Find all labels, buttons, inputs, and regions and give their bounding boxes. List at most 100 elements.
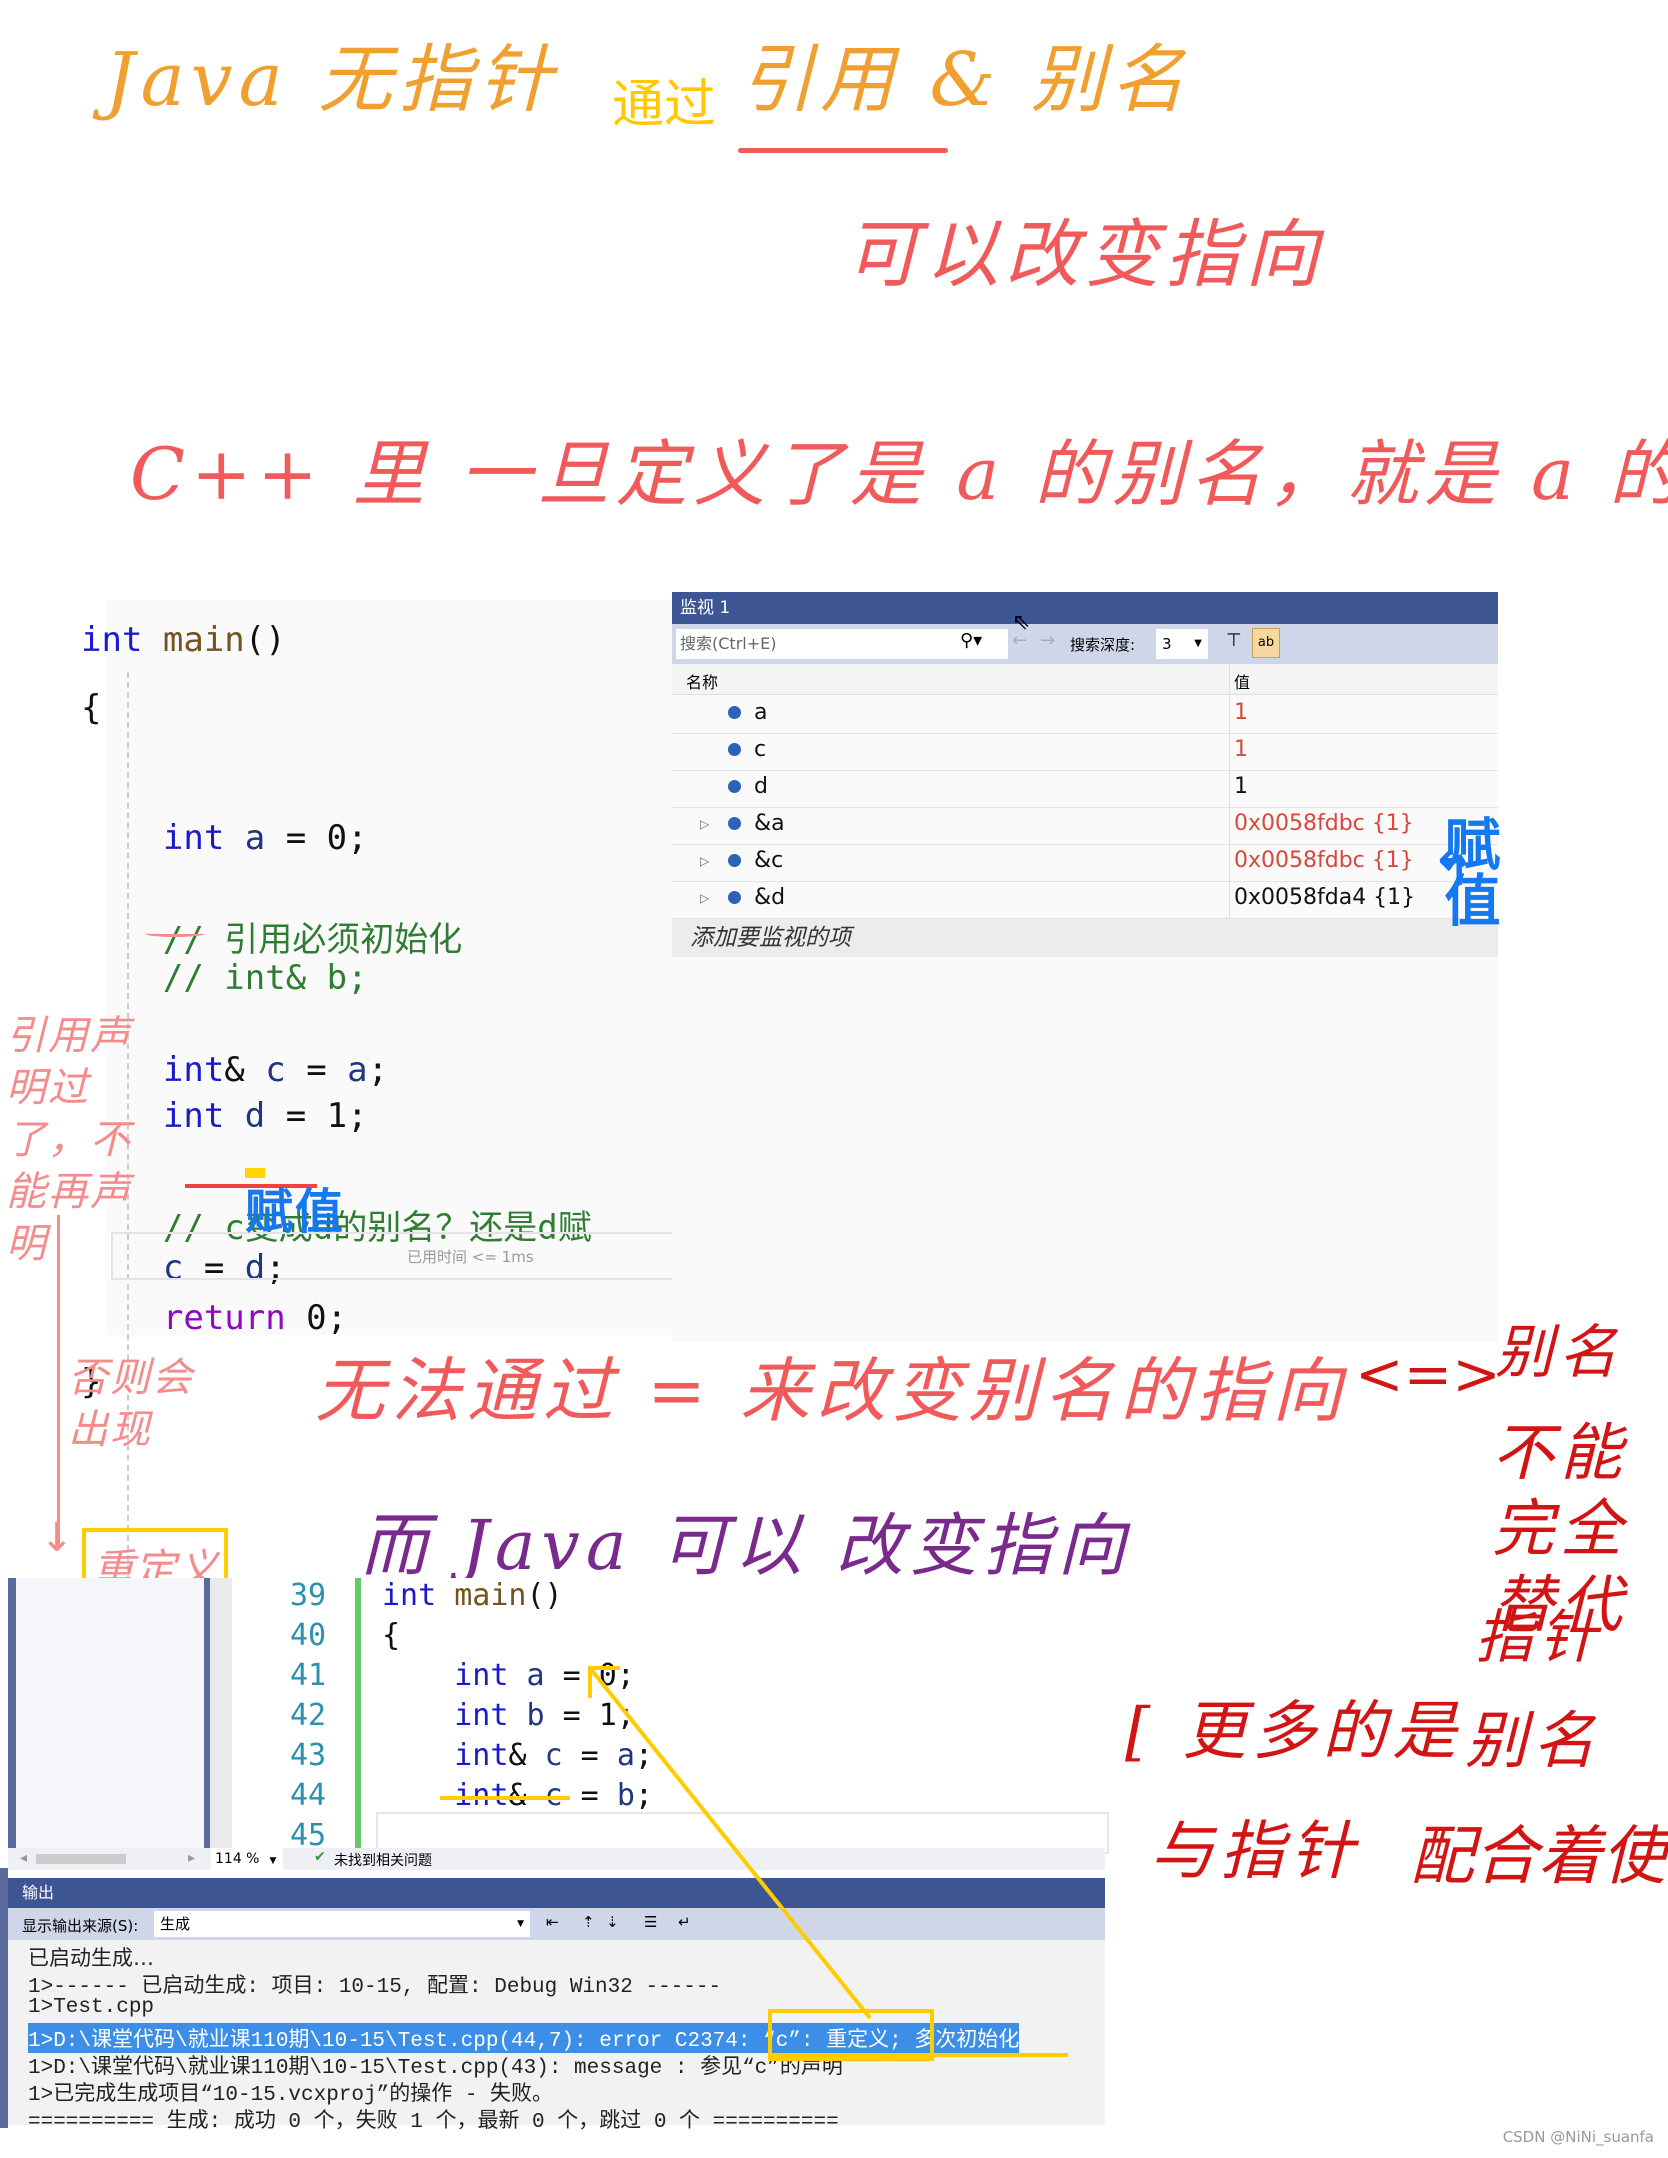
variable-icon [728, 706, 741, 719]
window-frame [0, 1868, 8, 2128]
watch-title: 监视 1 [672, 592, 1498, 624]
watch-value[interactable]: 0x0058fdbc {1} [1234, 848, 1414, 873]
expand-arrow-icon[interactable]: ▷ [700, 817, 709, 831]
watch-name: &d [754, 885, 786, 910]
watch-row[interactable]: ▷ &a 0x0058fdbc {1} [672, 807, 1498, 845]
code-token: { [382, 1618, 401, 1653]
hscroll-right-icon[interactable]: ▸ [188, 1850, 195, 1866]
output-line: ========== 生成: 成功 0 个，失败 1 个，最新 0 个，跳过 0… [28, 2111, 839, 2134]
watch-row[interactable]: d1 [672, 770, 1498, 808]
watch-name: a [754, 700, 768, 725]
variable-icon [728, 854, 741, 867]
ide-window-2: 39 40 41 42 43 44 45 int main(){ int a = 0; in… [0, 1578, 1109, 2158]
watch-header: 名称 值 [672, 664, 1498, 695]
output-line: 1>Test.cpp [28, 1996, 155, 2019]
chevron-down-icon: ▼ [517, 1919, 524, 1929]
code-token: () [244, 620, 286, 660]
line-number: 40 [290, 1618, 327, 1653]
code-token: int [382, 1698, 509, 1733]
note-alias-2: 别名 [1465, 1704, 1602, 1777]
watch-value[interactable]: 0x0058fda4 {1} [1234, 885, 1415, 910]
error-underline [768, 2053, 1068, 2057]
code-token: = [285, 1050, 348, 1090]
note-via: 通过 [612, 75, 717, 135]
horizontal-scrollbar[interactable] [36, 1854, 126, 1864]
note-java-can-change: 而 Java 可以 改变指向 [360, 1507, 1132, 1586]
code-line: int main() [81, 620, 286, 660]
code-token: int [382, 1658, 509, 1693]
note-cpp-alias: C++ 里 一旦定义了是 a 的别名，就是 a 的别名 [130, 432, 1668, 516]
output-line: 已启动生成… [28, 1946, 154, 1970]
code-token: // 引用必须初始化 [81, 920, 463, 960]
watch-value[interactable]: 1 [1234, 737, 1248, 762]
filter-pin-icon[interactable]: ⊤ [1226, 630, 1242, 651]
code-line: // int& b; [81, 958, 368, 998]
watch-search-input[interactable]: 搜索(Ctrl+E) [676, 629, 1008, 659]
note-more-is: [ 更多的是 [1125, 1695, 1463, 1769]
watch-name: &c [754, 848, 784, 873]
variable-icon [728, 743, 741, 756]
watch-value[interactable]: 1 [1234, 700, 1248, 725]
note-assignment: 赋值 [245, 1184, 346, 1240]
hscroll-left-icon[interactable]: ◂ [20, 1850, 27, 1866]
change-marker-bar [355, 1578, 361, 1854]
col-header-name[interactable]: 名称 [686, 669, 718, 693]
down-arrow-icon: ↓ [40, 1515, 74, 1561]
code-token: ; [367, 1050, 389, 1090]
code-token: & [224, 1050, 266, 1090]
code-token: int [382, 1578, 437, 1613]
line-number: 41 [290, 1658, 327, 1693]
code-editor-1: int main(){ int a = 0; // 引用必须初始化 // int… [81, 600, 677, 1852]
solution-pane [8, 1578, 212, 1868]
line-number: 39 [290, 1578, 327, 1613]
issues-status[interactable]: 未找到相关问题 [334, 1850, 432, 1870]
hex-display-toggle-icon[interactable]: ab [1252, 628, 1280, 658]
expand-arrow-icon[interactable]: ▷ [700, 854, 709, 868]
curved-arrow-icon: ↰ [1432, 842, 1471, 896]
forward-arrow-icon[interactable]: → [1040, 630, 1055, 651]
code-token: main [436, 1578, 527, 1613]
watch-value[interactable]: 1 [1234, 774, 1248, 799]
code-token: return [81, 1298, 286, 1338]
note-cannot-change: 无法通过 = 来改变别名的指向 [315, 1350, 1349, 1432]
code-token: = 0; [265, 818, 368, 858]
watch-value[interactable]: 0x0058fdbc {1} [1234, 811, 1414, 836]
code-line: { [81, 688, 101, 728]
watermark: CSDN @NiNi_suanfa [1502, 2128, 1654, 2146]
output-line: 1>D:\课堂代码\就业课110期\10-15\Test.cpp(43): me… [28, 2057, 843, 2080]
yellow-arrow [588, 1666, 872, 2020]
variable-icon [728, 891, 741, 904]
chevron-down-icon: ▼ [269, 1856, 277, 1866]
note-cooperate: 配合着使用 [1410, 1820, 1668, 1894]
zoom-select[interactable]: 114 % ▼ [211, 1848, 283, 1870]
squiggle-int-ref [145, 930, 205, 937]
watch-row[interactable]: c1 [672, 733, 1498, 771]
code-token: a [508, 1658, 545, 1693]
note-can-change-target: 可以改变指向 [845, 212, 1325, 298]
note-ref-alias: 引用 & 别名 [740, 37, 1191, 123]
code-token: c [265, 1050, 286, 1090]
line-number: 42 [290, 1698, 327, 1733]
output-source-value: 生成 [160, 1915, 191, 1933]
watch-row[interactable]: ▷ &d 0x0058fda4 {1} [672, 881, 1498, 919]
goto-error-icon[interactable]: ⇤ [546, 1913, 559, 1931]
code-line: { [382, 1618, 400, 1653]
code-line: int main() [382, 1578, 563, 1613]
note-with-pointer: 与指针 [1150, 1815, 1360, 1889]
search-icon[interactable]: ⚲▾ [960, 630, 982, 651]
code-token: { [81, 688, 102, 728]
down-arrow-line [57, 1215, 60, 1545]
mouse-cursor-icon: ⇖ [1012, 610, 1031, 635]
code-line: return 0; [81, 1298, 347, 1338]
watch-toolbar: 搜索(Ctrl+E) ⚲▾ ← → 搜索深度: 3 ▼ ⊤ ab [672, 624, 1498, 664]
expand-arrow-icon[interactable]: ▷ [700, 891, 709, 905]
add-watch-item[interactable]: 添加要监视的项 [672, 919, 1498, 957]
search-depth-select[interactable]: 3 ▼ [1156, 629, 1208, 659]
output-source-select[interactable]: 生成 ▼ [154, 1911, 530, 1937]
note-equivalent: <=> [1355, 1340, 1501, 1408]
watch-row[interactable]: a1 [672, 696, 1498, 734]
variable-icon [728, 817, 741, 830]
code-line: // 引用必须初始化 [81, 912, 462, 961]
col-header-value[interactable]: 值 [1234, 669, 1250, 693]
watch-row[interactable]: ▷ &c 0x0058fdbc {1} [672, 844, 1498, 882]
